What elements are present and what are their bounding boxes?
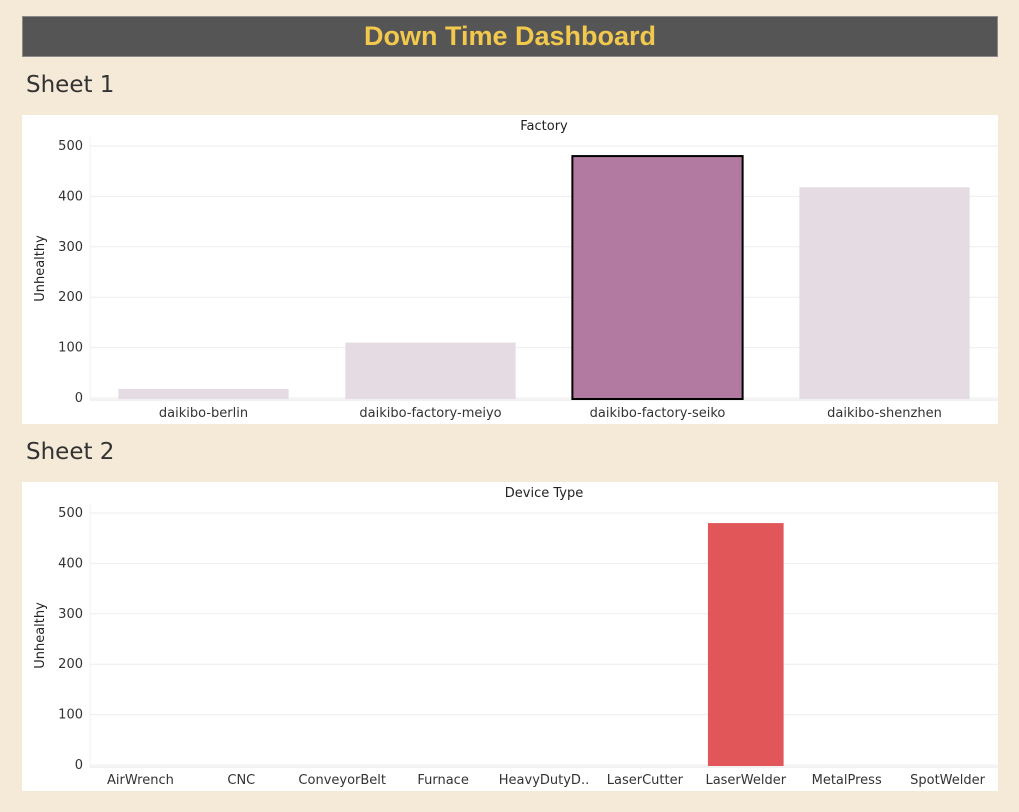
y-tick-label: 200	[58, 290, 83, 305]
sheet2-title: Sheet 2	[26, 439, 115, 465]
device-type-bar-chart[interactable]: Device Type 0 100 200 300 400 500 Unhealthy AirW…	[22, 482, 998, 791]
factory-bar-chart[interactable]: Factory 0 100 200 300 400 500 Unhealthy daikibo-…	[22, 115, 998, 424]
y-tick-label: 300	[58, 240, 83, 255]
y-tick-label: 400	[58, 556, 83, 571]
dashboard-title-bar: Down Time Dashboard	[22, 16, 998, 57]
x-tick-label: ConveyorBelt	[298, 773, 386, 788]
x-tick-label: HeavyDutyD..	[499, 773, 589, 788]
factory-chart-panel[interactable]: Factory 0 100 200 300 400 500 Unhealthy daikibo-…	[22, 115, 998, 424]
y-tick-label: 200	[58, 657, 83, 672]
y-tick-label: 100	[58, 341, 83, 356]
x-tick-label: daikibo-shenzhen	[827, 406, 942, 421]
bar-daikibo-factory-seiko[interactable]	[571, 155, 744, 400]
y-tick-label: 500	[58, 139, 83, 154]
y-tick-label: 500	[58, 506, 83, 521]
x-tick-label: daikibo-berlin	[159, 406, 248, 421]
x-tick-label: LaserWelder	[705, 773, 786, 788]
bar-daikibo-factory-meiyo[interactable]	[345, 342, 516, 399]
x-tick-label: daikibo-factory-seiko	[590, 406, 726, 421]
x-tick-label: CNC	[227, 773, 255, 788]
x-tick-label: SpotWelder	[910, 773, 986, 788]
y-axis-label: Unhealthy	[33, 235, 48, 302]
y-axis-label: Unhealthy	[33, 602, 48, 669]
sheet1-title: Sheet 1	[26, 72, 115, 98]
y-tick-label: 400	[58, 189, 83, 204]
x-tick-label: Furnace	[417, 773, 468, 788]
y-tick-label: 0	[75, 758, 83, 773]
x-tick-label: AirWrench	[107, 773, 174, 788]
dashboard-title: Down Time Dashboard	[363, 21, 657, 51]
bar-daikibo-shenzhen[interactable]	[799, 187, 970, 399]
y-tick-label: 100	[58, 708, 83, 723]
device-type-chart-panel[interactable]: Device Type 0 100 200 300 400 500 Unhealthy AirW…	[22, 482, 998, 791]
chart-title: Device Type	[505, 486, 583, 501]
x-tick-label: LaserCutter	[607, 773, 684, 788]
y-tick-label: 300	[58, 607, 83, 622]
x-tick-label: MetalPress	[812, 773, 882, 788]
chart-title: Factory	[520, 119, 568, 134]
bar-daikibo-berlin[interactable]	[118, 388, 289, 399]
y-tick-label: 0	[75, 391, 83, 406]
x-tick-label: daikibo-factory-meiyo	[359, 406, 501, 421]
bar-LaserWelder[interactable]	[707, 523, 784, 766]
